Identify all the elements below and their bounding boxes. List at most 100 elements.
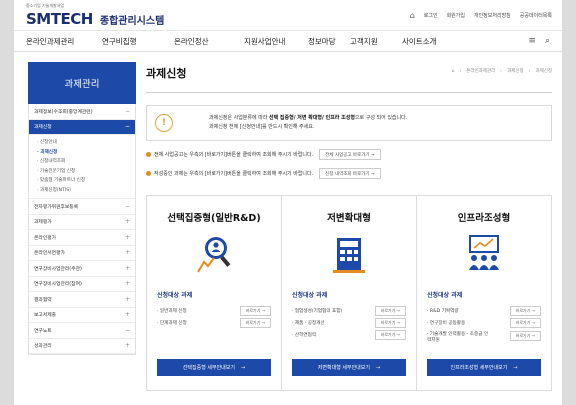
card-item-label: · 기술개발 인력활용 - 초중급 인력지원 [427,332,489,343]
open-data-link[interactable]: 공공데이터목록 [520,12,552,19]
arrow-right-icon: → [376,364,381,371]
site-logo[interactable]: 중소기업 기술개발사업 SMTECH 종합관리시스템 [26,3,164,28]
card-subtitle: 신청대상 과제 [292,292,328,299]
collapse-icon: − [124,107,130,115]
sidebar-item-label: 과제신청 [34,125,52,131]
sidebar-item-equipment-lead[interactable]: 연구장비사업관리(주관) + [29,261,135,277]
breadcrumb-item[interactable]: 과제신청 [507,68,524,74]
expand-icon: + [124,342,130,350]
apply-history-button[interactable]: 신청 내역조회 바로가기 → [319,168,381,179]
nav-customer-support[interactable]: 고객지원 [350,36,402,47]
submenu-tech-company[interactable]: · 기술전문기업 신청 [37,167,135,177]
nav-research-expense[interactable]: 연구비집행 [102,36,174,47]
guide-text: 전체 사업공고는 우측의 [바로가기]버튼을 클릭하여 조회해 주시기 바랍니다… [154,152,314,158]
button-label: 선택집중형 세부안내보기 [182,365,235,371]
go-button[interactable]: 바로가기 → [509,331,541,341]
go-button[interactable]: 바로가기 → [509,318,541,328]
breadcrumb-item[interactable]: 온라인과제관리 [466,68,495,74]
presentation-people-icon [427,232,541,274]
card-selective: 선택집중형(일반R&D) 신청대상 과제 · 일반과제 신청 바로가기 → · … [147,196,282,390]
guide-text: 작성중인 과제는 우측의 [바로가기]버튼을 클릭하여 조회해 주시기 바랍니다… [154,171,314,177]
sidebar-item-project-info[interactable]: 과제정보(수조회(중앙계관련) − [29,104,135,120]
bullet-icon [146,152,151,157]
sidebar-item-research-note[interactable]: 연구노트 − [29,323,135,339]
card-title: 저변확대형 [327,213,371,224]
home-icon[interactable]: ⌂ [410,11,415,20]
nav-support-program[interactable]: 지원사업안내 [244,36,308,47]
nav-info[interactable]: 정보마당 [308,36,350,47]
card-title: 선택집중형(일반R&D) [167,213,261,224]
sidebar-item-label: 온라인서면평가 [34,251,65,257]
card-list-item: · 일반과제 신청 바로가기 → [157,305,271,317]
search-icon[interactable]: ⌕ [545,36,550,46]
card-list-item: · 기술개발 인력활용 - 초중급 인력지원 바로가기 → [427,329,541,345]
go-button[interactable]: 바로가기 → [509,306,541,316]
title-divider [146,92,552,93]
button-label: 저변확대형 세부안내보기 [317,365,370,371]
expand-icon: + [124,264,130,272]
expand-icon: + [124,218,130,226]
sidebar-item-evaluation[interactable]: 과제평가 + [29,215,135,230]
expansion-detail-button[interactable]: 저변확대형 세부안내보기 → [292,359,406,376]
selective-detail-button[interactable]: 선택집중형 세부안내보기 → [157,359,271,376]
logo-subtitle: 중소기업 기술개발사업 [26,2,65,8]
submenu-project-apply[interactable]: · 과제신청 [37,148,135,158]
sidebar-item-agreement[interactable]: 결과협약 + [29,292,135,308]
notice-box: ! 과제신청은 사업분류에 따라 선택 집중형/ 저변 확대형/ 인프라 조성형… [146,105,552,141]
sidebar-item-performance[interactable]: 성과관리 + [29,339,135,354]
building-icon [292,232,406,274]
collapse-icon: − [124,123,130,131]
go-button[interactable]: 바로가기 → [374,330,406,340]
page-title: 과제신청 [146,67,187,80]
card-item-label: · 연구장비 공동활용 [427,321,466,326]
menu-icon[interactable]: ≡ [528,36,536,46]
sidebar: 과제관리 과제정보(수조회(중앙계관련) − 과제신청 − · 신청안내 · 과… [28,62,136,355]
sidebar-item-project-apply[interactable]: 과제신청 − [29,119,135,135]
sidebar-item-report[interactable]: 보고서제출 + [29,308,135,323]
sidebar-item-written-eval[interactable]: 온라인서면평가 + [29,246,135,261]
go-button[interactable]: 바로가기 → [239,318,271,328]
all-announcements-button[interactable]: 전체 사업공고 바로가기 → [319,149,381,160]
submenu-apply-guide[interactable]: · 신청안내 [37,138,135,148]
sidebar-item-evaluator[interactable]: 전자평가위원후보등록 − [29,199,135,215]
login-link[interactable]: 로그인 [424,12,438,19]
notice-line1-post: 으로 구성 되어 있습니다. [354,115,408,121]
button-label: 인프라조성형 세부안내보기 [450,365,508,371]
privacy-link[interactable]: 개인정보처리방침 [474,12,511,19]
sidebar-item-label: 과제정보(수조회(중앙계관련) [34,109,93,115]
submenu-apply-history[interactable]: · 신청내역조회 [37,157,135,167]
card-title: 인프라조성형 [457,213,511,224]
nav-site-intro[interactable]: 사이트소개 [402,36,454,47]
go-button[interactable]: 바로가기 → [374,318,406,328]
card-list-item: · R&D 기획역량 바로가기 → [427,305,541,317]
notice-line2: 과제신청 전에 [신청안내]를 반드시 확인해 주세요. [209,124,315,130]
go-button[interactable]: 바로가기 → [239,306,271,316]
arrow-right-icon: → [241,364,246,371]
card-item-label: · 산학연협력 [292,333,317,338]
expand-icon: + [124,311,130,319]
submenu-tech-partner[interactable]: · 맞춤형 기술파트너 신청 [37,176,135,186]
sidebar-title: 과제관리 [28,62,136,104]
main-content: 과제신청 ⌂ › 온라인과제관리 › 과제신청 › 과제신청 ! 과제신청은 사… [146,62,552,391]
guide-row: 전체 사업공고는 우측의 [바로가기]버튼을 클릭하여 조회해 주시기 바랍니다… [146,149,552,160]
info-icon: ! [155,114,173,132]
breadcrumb-separator-icon: › [528,68,531,74]
top-utility-bar: 중소기업 기술개발사업 SMTECH 종합관리시스템 ⌂ 로그인 회원가입 개인… [14,0,562,30]
card-item-label: · 제품 · 공정개선 [292,321,325,326]
sidebar-item-online-eval[interactable]: 온라인평가 + [29,230,135,246]
card-list-item: · 단계과제 신청 바로가기 → [157,317,271,329]
home-icon[interactable]: ⌂ [452,69,455,74]
card-item-label: · R&D 기획역량 [427,309,459,314]
nav-online-project[interactable]: 온라인과제관리 [26,36,102,47]
go-button[interactable]: 바로가기 → [374,306,406,316]
content-area: 과제관리 과제정보(수조회(중앙계관련) − 과제신청 − · 신청안내 · 과… [14,52,562,405]
signup-link[interactable]: 회원가입 [447,12,465,19]
magnifier-person-icon [157,232,271,274]
submenu-ntis[interactable]: · 과제신청(NTIS) [37,186,135,196]
nav-online-settlement[interactable]: 온라인정산 [174,36,244,47]
expand-icon: + [124,249,130,257]
sidebar-item-equipment-partner[interactable]: 연구장비사업관리(참여) + [29,277,135,292]
card-subtitle: 신청대상 과제 [157,292,193,299]
infrastructure-detail-button[interactable]: 인프라조성형 세부안내보기 → [427,359,541,376]
card-expansion: 저변확대형 신청대상 과제 · 협업생성(기업협의 포함) 바로가기 → · 제… [282,196,417,390]
